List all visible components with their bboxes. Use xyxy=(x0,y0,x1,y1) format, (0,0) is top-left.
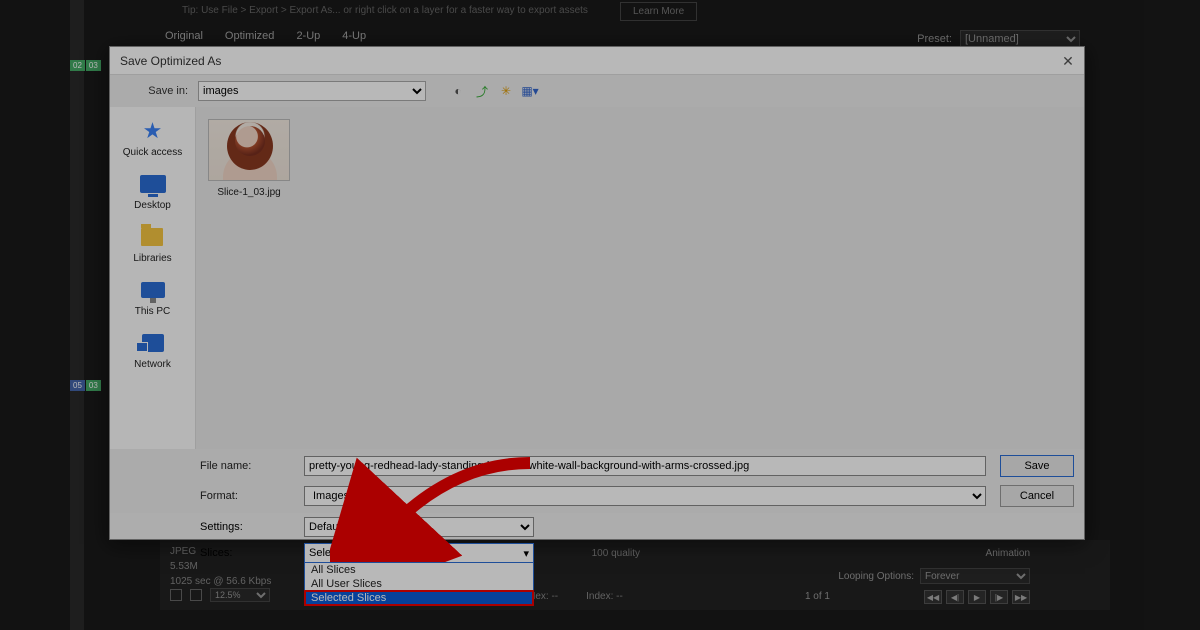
zoom-select[interactable]: 12.5% xyxy=(210,588,270,602)
save-in-select[interactable]: images xyxy=(198,81,426,101)
slices-option-all[interactable]: All Slices xyxy=(305,563,533,577)
file-thumbnail[interactable]: Slice-1_03.jpg xyxy=(208,119,290,198)
new-folder-icon[interactable]: ✳ xyxy=(498,83,514,99)
star-icon: ★ xyxy=(139,119,167,143)
save-button[interactable]: Save xyxy=(1000,455,1074,477)
dialog-titlebar: Save Optimized As ✕ xyxy=(110,47,1084,75)
looping-select[interactable]: Forever xyxy=(920,568,1030,584)
first-frame-button[interactable]: ◀◀ xyxy=(924,590,942,604)
tab-2up[interactable]: 2-Up xyxy=(296,30,320,42)
frame-counter: 1 of 1 xyxy=(805,591,830,602)
preview-tabs: Original Optimized 2-Up 4-Up xyxy=(165,30,366,42)
save-in-row: Save in: images ◐ ⤴ ✳ ▦▾ xyxy=(110,75,1084,107)
slices-select[interactable]: Selected Slices ▾ xyxy=(304,543,534,563)
network-icon xyxy=(142,334,164,352)
view-menu-icon[interactable]: ▦▾ xyxy=(522,83,538,99)
slice-marker: 05 xyxy=(70,380,85,391)
slice-marker: 03 xyxy=(86,380,101,391)
index-value: Index: -- xyxy=(586,591,623,602)
up-folder-icon[interactable]: ⤴ xyxy=(474,83,490,99)
settings-select[interactable]: Default Settings xyxy=(304,517,534,537)
format-select[interactable]: Images Only xyxy=(304,486,986,506)
sidebar-desktop[interactable]: Desktop xyxy=(134,172,171,211)
learn-more-button[interactable]: Learn More xyxy=(620,2,697,21)
slice-marker: 02 xyxy=(70,60,85,71)
sidebar-item-label: Quick access xyxy=(123,147,182,158)
dialog-title-text: Save Optimized As xyxy=(120,54,221,68)
prev-frame-button[interactable]: ◀| xyxy=(946,590,964,604)
chevron-down-icon: ▾ xyxy=(523,547,529,560)
settings-label: Settings: xyxy=(200,521,290,533)
format-label: Format: xyxy=(200,490,290,502)
pc-icon xyxy=(141,282,165,298)
thumbnail-filename: Slice-1_03.jpg xyxy=(217,187,280,198)
sidebar-item-label: This PC xyxy=(135,306,171,317)
tab-original[interactable]: Original xyxy=(165,30,203,42)
looping-label: Looping Options: xyxy=(838,571,914,582)
preset-label: Preset: xyxy=(917,33,952,45)
file-browser-area[interactable]: Slice-1_03.jpg xyxy=(196,107,1084,449)
cancel-button[interactable]: Cancel xyxy=(1000,485,1074,507)
sidebar-libraries[interactable]: Libraries xyxy=(133,225,171,264)
slice-marker: 03 xyxy=(86,60,101,71)
playback-controls: ◀◀ ◀| ▶ |▶ ▶▶ xyxy=(924,590,1030,604)
tab-4up[interactable]: 4-Up xyxy=(342,30,366,42)
close-icon[interactable]: ✕ xyxy=(1060,53,1076,69)
tip-text: Tip: Use File > Export > Export As... or… xyxy=(182,5,588,16)
sidebar-network[interactable]: Network xyxy=(134,331,171,370)
slices-dropdown: All Slices All User Slices Selected Slic… xyxy=(304,562,534,606)
grid-toggle-icon[interactable] xyxy=(190,589,202,601)
filename-input[interactable] xyxy=(304,456,986,476)
places-sidebar: ★ Quick access Desktop Libraries This PC… xyxy=(110,107,196,449)
slice-markers-mid: 05 03 xyxy=(70,380,101,391)
slices-option-selected[interactable]: Selected Slices xyxy=(305,591,533,605)
sidebar-item-label: Network xyxy=(134,359,171,370)
save-in-label: Save in: xyxy=(120,85,188,97)
sidebar-item-label: Libraries xyxy=(133,253,171,264)
play-button[interactable]: ▶ xyxy=(968,590,986,604)
folder-icon xyxy=(141,228,163,246)
thumbnail-image xyxy=(208,119,290,181)
next-frame-button[interactable]: |▶ xyxy=(990,590,1008,604)
last-frame-button[interactable]: ▶▶ xyxy=(1012,590,1030,604)
grid-toggle-icon[interactable] xyxy=(170,589,182,601)
save-optimized-dialog: Save Optimized As ✕ Save in: images ◐ ⤴ … xyxy=(109,46,1085,540)
slices-option-user[interactable]: All User Slices xyxy=(305,577,533,591)
desktop-icon xyxy=(140,175,166,193)
back-icon[interactable]: ◐ xyxy=(450,83,466,99)
slice-markers-top: 02 03 xyxy=(70,60,101,71)
slices-selected-value: Selected Slices xyxy=(309,547,384,559)
slices-label: Slices: xyxy=(200,547,290,559)
filename-label: File name: xyxy=(200,460,290,472)
sidebar-item-label: Desktop xyxy=(134,200,171,211)
sidebar-quick-access[interactable]: ★ Quick access xyxy=(123,119,182,158)
tab-optimized[interactable]: Optimized xyxy=(225,30,275,42)
sidebar-this-pc[interactable]: This PC xyxy=(135,278,171,317)
